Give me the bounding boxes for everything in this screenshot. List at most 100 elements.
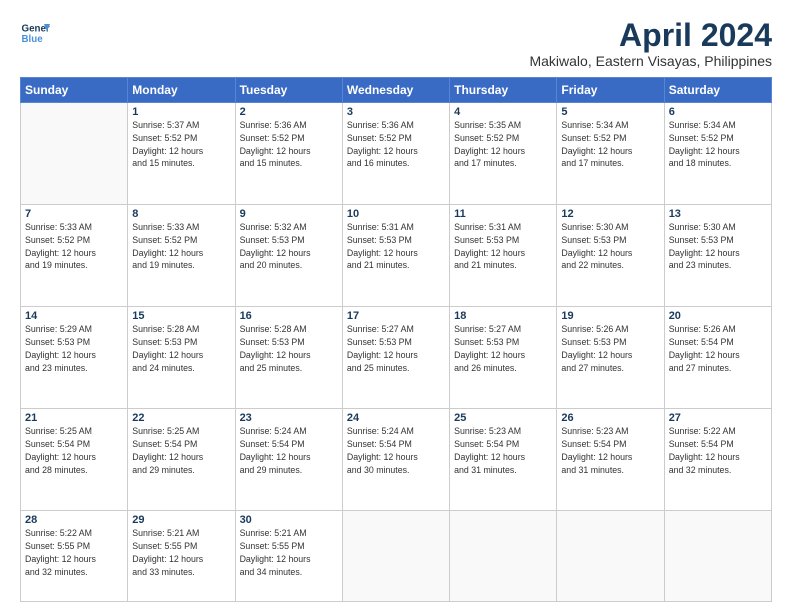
day-number: 16 [240, 310, 338, 322]
day-info: Sunrise: 5:25 AMSunset: 5:54 PMDaylight:… [132, 425, 230, 476]
day-number: 6 [669, 106, 767, 118]
day-info: Sunrise: 5:27 AMSunset: 5:53 PMDaylight:… [347, 323, 445, 374]
calendar-table: Sunday Monday Tuesday Wednesday Thursday… [20, 77, 772, 602]
logo: General Blue [20, 18, 50, 48]
day-info: Sunrise: 5:23 AMSunset: 5:54 PMDaylight:… [561, 425, 659, 476]
day-info: Sunrise: 5:34 AMSunset: 5:52 PMDaylight:… [669, 119, 767, 170]
day-number: 21 [25, 412, 123, 424]
table-row: 4Sunrise: 5:35 AMSunset: 5:52 PMDaylight… [450, 103, 557, 205]
day-info: Sunrise: 5:30 AMSunset: 5:53 PMDaylight:… [669, 221, 767, 272]
table-row: 26Sunrise: 5:23 AMSunset: 5:54 PMDayligh… [557, 409, 664, 511]
day-info: Sunrise: 5:33 AMSunset: 5:52 PMDaylight:… [25, 221, 123, 272]
col-sunday: Sunday [21, 78, 128, 103]
day-info: Sunrise: 5:24 AMSunset: 5:54 PMDaylight:… [347, 425, 445, 476]
day-number: 11 [454, 208, 552, 220]
day-info: Sunrise: 5:26 AMSunset: 5:53 PMDaylight:… [561, 323, 659, 374]
day-number: 20 [669, 310, 767, 322]
col-wednesday: Wednesday [342, 78, 449, 103]
day-number: 18 [454, 310, 552, 322]
table-row: 18Sunrise: 5:27 AMSunset: 5:53 PMDayligh… [450, 307, 557, 409]
table-row: 5Sunrise: 5:34 AMSunset: 5:52 PMDaylight… [557, 103, 664, 205]
day-number: 7 [25, 208, 123, 220]
table-row [557, 511, 664, 602]
table-row: 10Sunrise: 5:31 AMSunset: 5:53 PMDayligh… [342, 205, 449, 307]
table-row: 29Sunrise: 5:21 AMSunset: 5:55 PMDayligh… [128, 511, 235, 602]
table-row: 17Sunrise: 5:27 AMSunset: 5:53 PMDayligh… [342, 307, 449, 409]
col-thursday: Thursday [450, 78, 557, 103]
table-row: 22Sunrise: 5:25 AMSunset: 5:54 PMDayligh… [128, 409, 235, 511]
table-row: 25Sunrise: 5:23 AMSunset: 5:54 PMDayligh… [450, 409, 557, 511]
day-info: Sunrise: 5:31 AMSunset: 5:53 PMDaylight:… [454, 221, 552, 272]
table-row: 27Sunrise: 5:22 AMSunset: 5:54 PMDayligh… [664, 409, 771, 511]
day-number: 5 [561, 106, 659, 118]
calendar-week-row: 21Sunrise: 5:25 AMSunset: 5:54 PMDayligh… [21, 409, 772, 511]
table-row: 8Sunrise: 5:33 AMSunset: 5:52 PMDaylight… [128, 205, 235, 307]
col-monday: Monday [128, 78, 235, 103]
day-number: 3 [347, 106, 445, 118]
logo-icon: General Blue [20, 18, 50, 48]
calendar-week-row: 14Sunrise: 5:29 AMSunset: 5:53 PMDayligh… [21, 307, 772, 409]
table-row: 11Sunrise: 5:31 AMSunset: 5:53 PMDayligh… [450, 205, 557, 307]
day-info: Sunrise: 5:34 AMSunset: 5:52 PMDaylight:… [561, 119, 659, 170]
table-row: 30Sunrise: 5:21 AMSunset: 5:55 PMDayligh… [235, 511, 342, 602]
table-row: 14Sunrise: 5:29 AMSunset: 5:53 PMDayligh… [21, 307, 128, 409]
day-info: Sunrise: 5:25 AMSunset: 5:54 PMDaylight:… [25, 425, 123, 476]
day-number: 9 [240, 208, 338, 220]
table-row: 9Sunrise: 5:32 AMSunset: 5:53 PMDaylight… [235, 205, 342, 307]
table-row: 6Sunrise: 5:34 AMSunset: 5:52 PMDaylight… [664, 103, 771, 205]
subtitle: Makiwalo, Eastern Visayas, Philippines [529, 53, 772, 69]
calendar-week-row: 28Sunrise: 5:22 AMSunset: 5:55 PMDayligh… [21, 511, 772, 602]
day-number: 1 [132, 106, 230, 118]
table-row: 28Sunrise: 5:22 AMSunset: 5:55 PMDayligh… [21, 511, 128, 602]
day-number: 10 [347, 208, 445, 220]
day-number: 17 [347, 310, 445, 322]
day-number: 13 [669, 208, 767, 220]
page: General Blue April 2024 Makiwalo, Easter… [0, 0, 792, 612]
day-number: 14 [25, 310, 123, 322]
day-info: Sunrise: 5:22 AMSunset: 5:55 PMDaylight:… [25, 527, 123, 578]
day-info: Sunrise: 5:30 AMSunset: 5:53 PMDaylight:… [561, 221, 659, 272]
title-block: April 2024 Makiwalo, Eastern Visayas, Ph… [529, 18, 772, 69]
table-row: 15Sunrise: 5:28 AMSunset: 5:53 PMDayligh… [128, 307, 235, 409]
day-number: 15 [132, 310, 230, 322]
calendar-week-row: 1Sunrise: 5:37 AMSunset: 5:52 PMDaylight… [21, 103, 772, 205]
calendar-week-row: 7Sunrise: 5:33 AMSunset: 5:52 PMDaylight… [21, 205, 772, 307]
day-info: Sunrise: 5:27 AMSunset: 5:53 PMDaylight:… [454, 323, 552, 374]
table-row: 7Sunrise: 5:33 AMSunset: 5:52 PMDaylight… [21, 205, 128, 307]
day-info: Sunrise: 5:29 AMSunset: 5:53 PMDaylight:… [25, 323, 123, 374]
day-number: 24 [347, 412, 445, 424]
day-info: Sunrise: 5:26 AMSunset: 5:54 PMDaylight:… [669, 323, 767, 374]
col-tuesday: Tuesday [235, 78, 342, 103]
day-number: 23 [240, 412, 338, 424]
table-row [450, 511, 557, 602]
table-row: 1Sunrise: 5:37 AMSunset: 5:52 PMDaylight… [128, 103, 235, 205]
day-info: Sunrise: 5:24 AMSunset: 5:54 PMDaylight:… [240, 425, 338, 476]
table-row [664, 511, 771, 602]
day-info: Sunrise: 5:28 AMSunset: 5:53 PMDaylight:… [240, 323, 338, 374]
table-row: 23Sunrise: 5:24 AMSunset: 5:54 PMDayligh… [235, 409, 342, 511]
main-title: April 2024 [529, 18, 772, 53]
header: General Blue April 2024 Makiwalo, Easter… [20, 18, 772, 69]
day-info: Sunrise: 5:23 AMSunset: 5:54 PMDaylight:… [454, 425, 552, 476]
day-number: 28 [25, 514, 123, 526]
col-saturday: Saturday [664, 78, 771, 103]
day-info: Sunrise: 5:22 AMSunset: 5:54 PMDaylight:… [669, 425, 767, 476]
col-friday: Friday [557, 78, 664, 103]
table-row: 3Sunrise: 5:36 AMSunset: 5:52 PMDaylight… [342, 103, 449, 205]
day-info: Sunrise: 5:33 AMSunset: 5:52 PMDaylight:… [132, 221, 230, 272]
table-row: 16Sunrise: 5:28 AMSunset: 5:53 PMDayligh… [235, 307, 342, 409]
table-row: 2Sunrise: 5:36 AMSunset: 5:52 PMDaylight… [235, 103, 342, 205]
day-info: Sunrise: 5:37 AMSunset: 5:52 PMDaylight:… [132, 119, 230, 170]
day-number: 2 [240, 106, 338, 118]
table-row: 24Sunrise: 5:24 AMSunset: 5:54 PMDayligh… [342, 409, 449, 511]
table-row: 20Sunrise: 5:26 AMSunset: 5:54 PMDayligh… [664, 307, 771, 409]
day-info: Sunrise: 5:21 AMSunset: 5:55 PMDaylight:… [240, 527, 338, 578]
day-number: 4 [454, 106, 552, 118]
day-info: Sunrise: 5:28 AMSunset: 5:53 PMDaylight:… [132, 323, 230, 374]
day-number: 12 [561, 208, 659, 220]
day-number: 27 [669, 412, 767, 424]
table-row [342, 511, 449, 602]
day-info: Sunrise: 5:35 AMSunset: 5:52 PMDaylight:… [454, 119, 552, 170]
day-info: Sunrise: 5:36 AMSunset: 5:52 PMDaylight:… [240, 119, 338, 170]
table-row: 19Sunrise: 5:26 AMSunset: 5:53 PMDayligh… [557, 307, 664, 409]
